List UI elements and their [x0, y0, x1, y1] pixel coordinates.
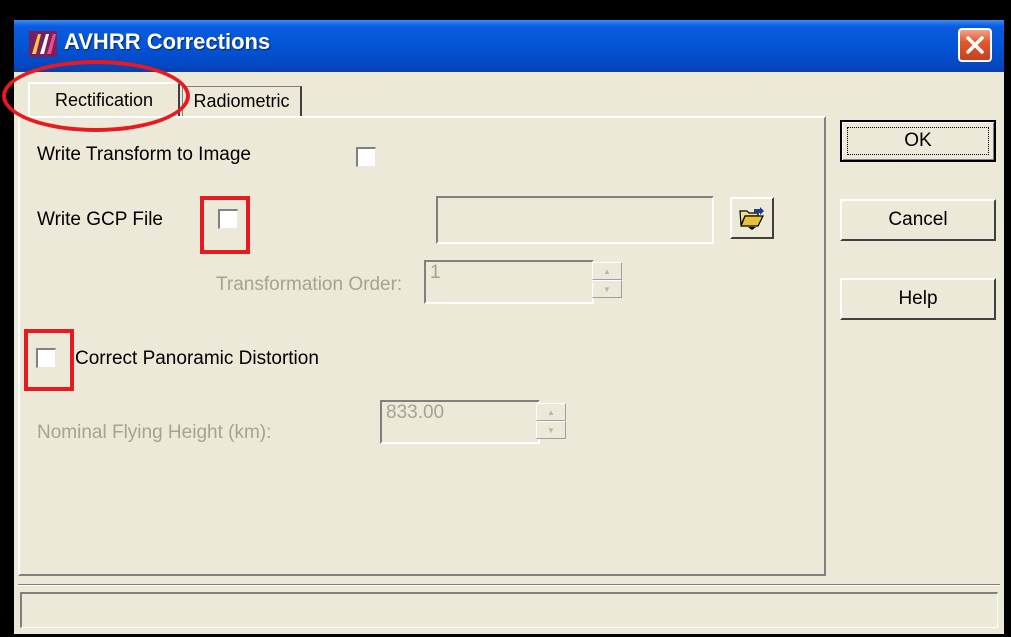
spin-down-icon[interactable]: ▼: [536, 421, 566, 439]
transformation-order-field[interactable]: 1: [424, 260, 594, 304]
focus-rect: [847, 127, 989, 155]
close-button[interactable]: [958, 28, 992, 62]
flying-height-field[interactable]: 833.00: [380, 400, 540, 444]
window-title: AVHRR Corrections: [64, 29, 271, 54]
help-button-label: Help: [898, 288, 938, 309]
write-transform-checkbox[interactable]: [356, 147, 376, 167]
tab-radiometric[interactable]: Radiometric: [182, 86, 302, 116]
flying-height-value: 833.00: [386, 402, 445, 423]
screenshot-frame: AVHRR Corrections Radiometric Rectificat…: [0, 0, 1011, 637]
flying-height-label: Nominal Flying Height (km):: [37, 422, 272, 443]
correct-panoramic-label: Correct Panoramic Distortion: [75, 348, 319, 369]
annotation-highlight-panoramic-checkbox: [24, 329, 74, 391]
browse-gcp-file-button[interactable]: [730, 197, 774, 239]
spin-up-icon[interactable]: ▲: [592, 262, 622, 280]
status-bar: [20, 592, 998, 628]
avhrr-app-icon: [28, 30, 58, 58]
tab-radiometric-label: Radiometric: [193, 91, 290, 111]
close-icon: [966, 36, 984, 54]
help-button[interactable]: Help: [840, 278, 996, 320]
write-transform-label: Write Transform to Image: [37, 144, 251, 165]
cancel-button[interactable]: Cancel: [840, 199, 996, 241]
gcp-file-path-field[interactable]: [436, 196, 714, 244]
transformation-order-spinner[interactable]: ▲ ▼: [592, 262, 622, 298]
dialog-separator: [18, 584, 1000, 586]
ok-button[interactable]: OK: [840, 120, 996, 162]
spin-down-icon[interactable]: ▼: [592, 280, 622, 298]
folder-open-icon: [739, 207, 764, 230]
transformation-order-label: Transformation Order:: [216, 274, 403, 295]
flying-height-spinner[interactable]: ▲ ▼: [536, 403, 566, 439]
annotation-circle-rectification-tab: [2, 60, 190, 132]
transformation-order-value: 1: [430, 262, 441, 283]
annotation-highlight-gcp-checkbox: [200, 196, 250, 254]
spin-up-icon[interactable]: ▲: [536, 403, 566, 421]
write-gcp-label: Write GCP File: [37, 209, 163, 230]
title-bar[interactable]: AVHRR Corrections: [14, 20, 1004, 72]
rectification-panel: [18, 116, 826, 576]
cancel-button-label: Cancel: [888, 209, 948, 230]
